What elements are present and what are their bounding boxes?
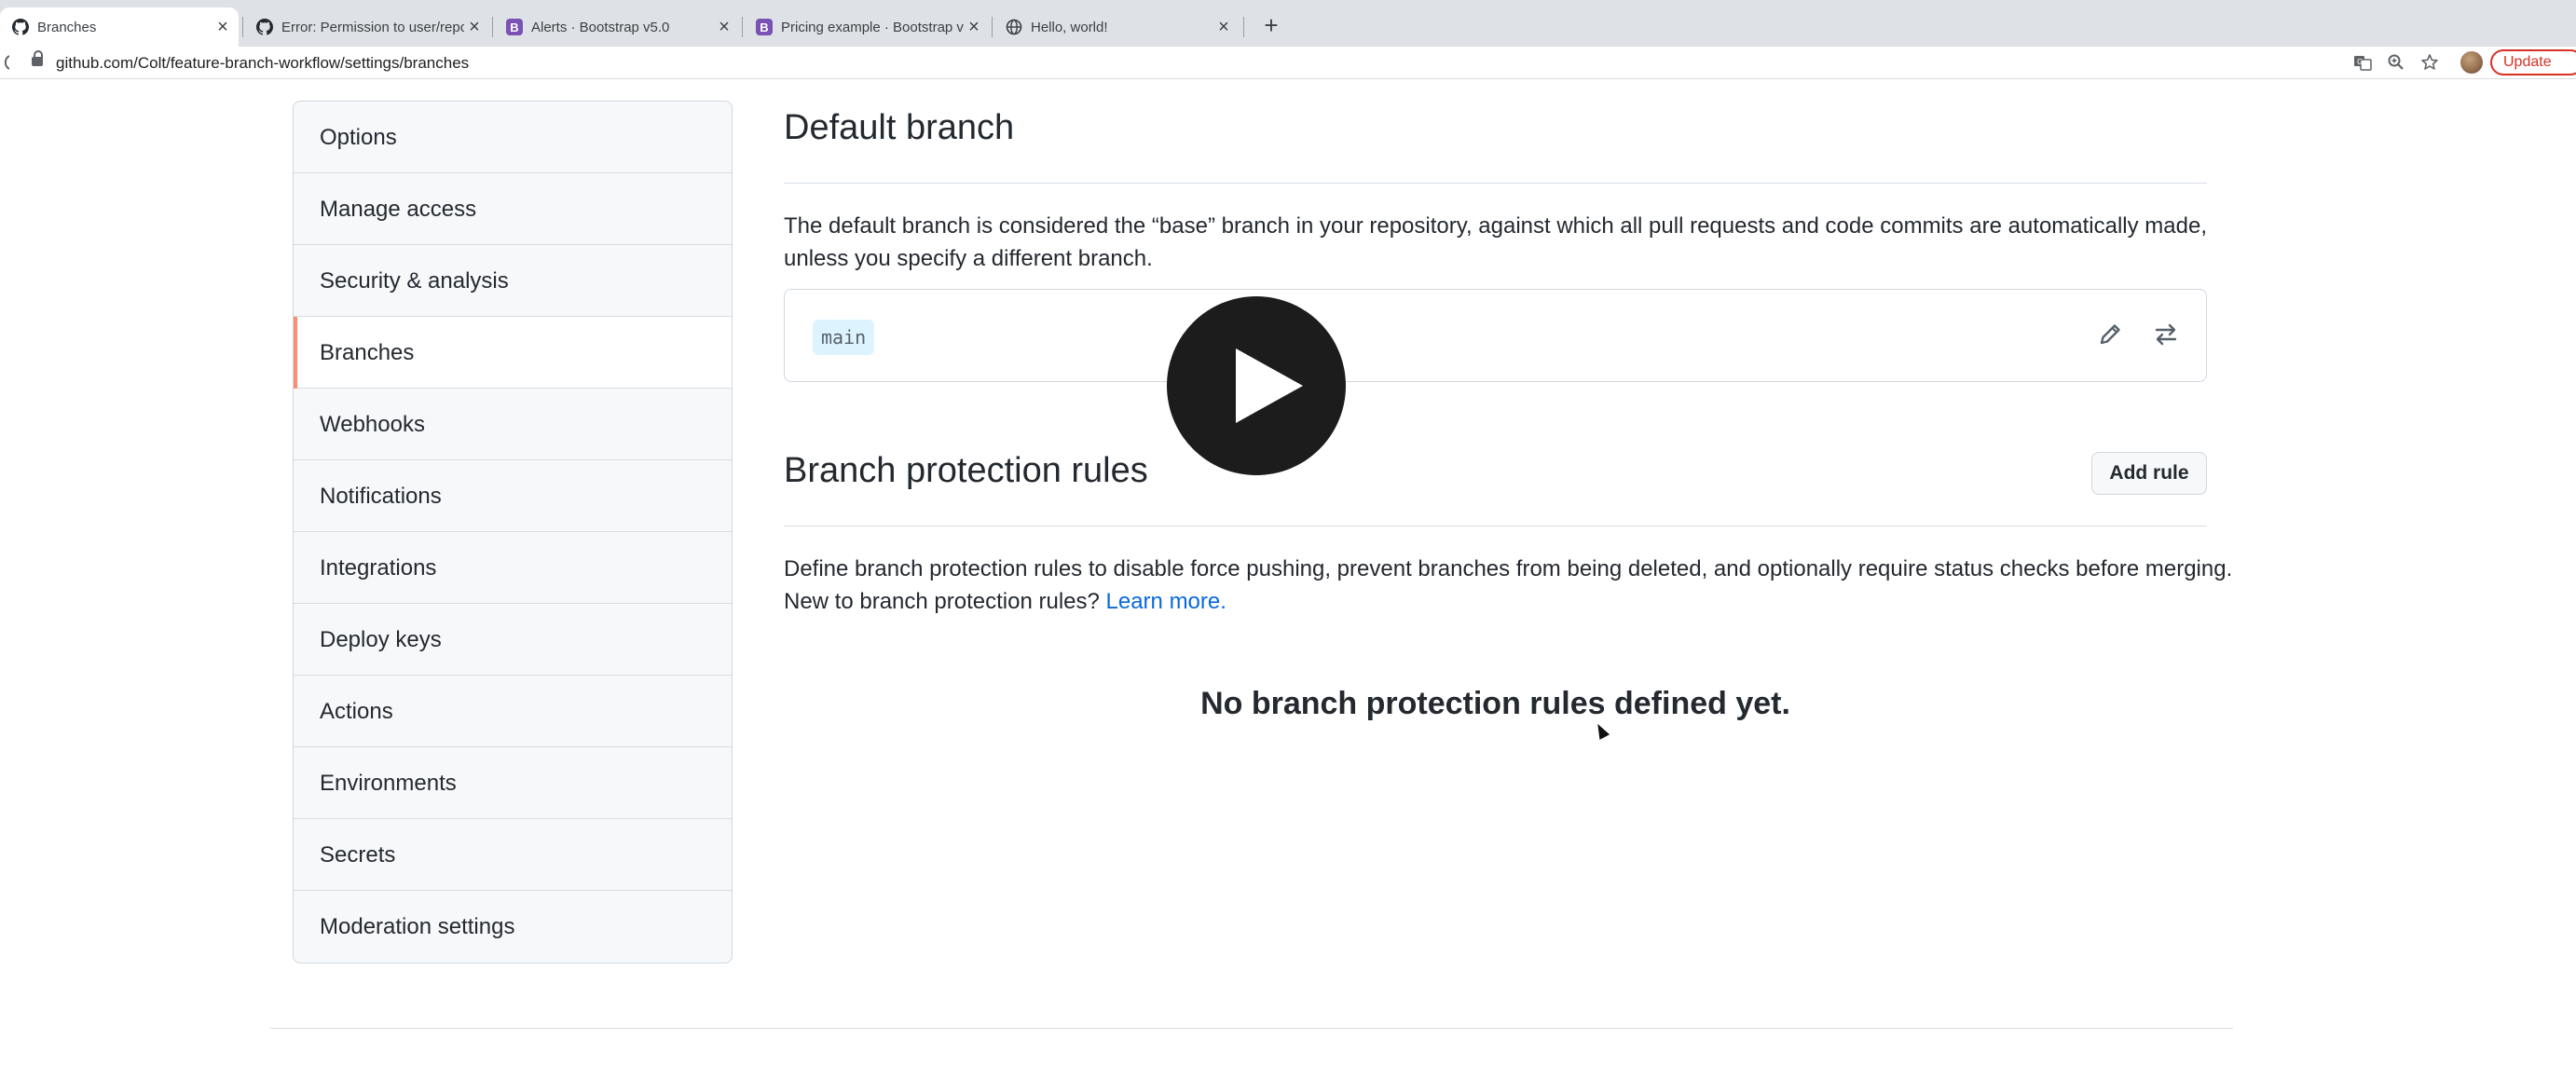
pencil-icon[interactable] [2093,318,2127,351]
bootstrap-icon: B [755,18,774,36]
sidebar-item-moderation-settings[interactable]: Moderation settings [294,891,732,963]
lock-icon[interactable] [32,50,43,66]
branch-protection-heading: Branch protection rules [784,451,1148,490]
tab-pricing-bootstrap[interactable]: B Pricing example · Bootstrap v5 × [744,7,990,47]
bootstrap-icon: B [505,18,524,36]
default-branch-heading: Default branch [784,108,1015,147]
sidebar-item-deploy-keys[interactable]: Deploy keys [294,604,732,676]
learn-more-link[interactable]: Learn more. [1106,589,1226,614]
sidebar-item-webhooks[interactable]: Webhooks [294,389,732,460]
default-branch-description: The default branch is considered the “ba… [784,210,2238,275]
sidebar-item-manage-access[interactable]: Manage access [294,173,732,245]
sidebar-item-options[interactable]: Options [294,102,732,173]
tab-title: Alerts · Bootstrap v5.0 [531,19,670,35]
update-button[interactable]: Update [2490,49,2576,75]
add-rule-button[interactable]: Add rule [2091,452,2207,495]
description-line: New to branch protection rules? Learn mo… [784,585,2275,618]
sidebar-item-secrets[interactable]: Secrets [294,819,732,891]
tab-separator [742,17,743,37]
sidebar-item-branches[interactable]: Branches [294,317,732,389]
mouse-cursor-icon [1592,721,1610,740]
tab-title: Branches [37,19,97,35]
sidebar-item-notifications[interactable]: Notifications [294,460,732,532]
new-tab-button[interactable]: + [1256,11,1286,41]
url-input[interactable]: github.com/Colt/feature-branch-workflow/… [56,54,469,73]
tab-branches[interactable]: Branches × [0,7,239,47]
sidebar-item-security-analysis[interactable]: Security & analysis [294,245,732,317]
tab-separator [992,17,993,37]
footer-divider [270,1028,2233,1029]
description-line: The default branch is considered the “ba… [784,213,2208,239]
branch-protection-description: Define branch protection rules to disabl… [784,553,2275,618]
description-line: unless you specify a different branch. [784,246,1153,271]
tab-separator [242,17,243,37]
tab-title: Error: Permission to user/repo [281,19,464,35]
settings-sidebar: Options Manage access Security & analysi… [293,101,733,964]
tab-close-icon[interactable]: × [464,17,485,38]
branch-name-tag: main [813,320,875,355]
tab-close-icon[interactable]: × [964,17,984,38]
address-bar: github.com/Colt/feature-branch-workflow/… [0,47,2576,79]
arrow-switch-icon[interactable] [2149,318,2183,351]
default-branch-box: main [784,289,2207,382]
tab-error-permission[interactable]: Error: Permission to user/repo × [244,7,490,47]
translate-icon[interactable]: G [2352,53,2373,74]
video-play-button[interactable] [1167,296,1346,475]
description-line: Define branch protection rules to disabl… [784,556,2233,581]
tab-title: Pricing example · Bootstrap v5 [781,19,964,35]
sidebar-item-actions[interactable]: Actions [294,676,732,747]
section-divider [784,183,2207,184]
zoom-icon[interactable] [2386,53,2406,74]
tab-separator [1243,17,1244,37]
play-icon [1236,348,1303,423]
tab-title: Hello, world! [1031,19,1108,35]
tab-hello-world[interactable]: Hello, world! × [993,7,1240,47]
browser-tab-bar: Branches × Error: Permission to user/rep… [0,0,2576,47]
sidebar-item-integrations[interactable]: Integrations [294,532,732,604]
github-icon [11,18,30,36]
tab-alerts-bootstrap[interactable]: B Alerts · Bootstrap v5.0 × [494,7,740,47]
tab-close-icon[interactable]: × [714,17,734,38]
tab-close-icon[interactable]: × [212,17,233,38]
tab-close-icon[interactable]: × [1213,17,1234,38]
github-icon [255,18,274,36]
bookmark-star-icon[interactable] [2419,53,2440,74]
tab-separator [492,17,493,37]
empty-state-message: No branch protection rules defined yet. [1200,686,1790,721]
profile-avatar[interactable] [2460,51,2483,74]
globe-icon [1005,18,1023,36]
sidebar-item-environments[interactable]: Environments [294,747,732,819]
description-text: New to branch protection rules? [784,589,1106,614]
svg-text:G: G [2357,58,2363,66]
reload-icon[interactable] [0,52,10,77]
